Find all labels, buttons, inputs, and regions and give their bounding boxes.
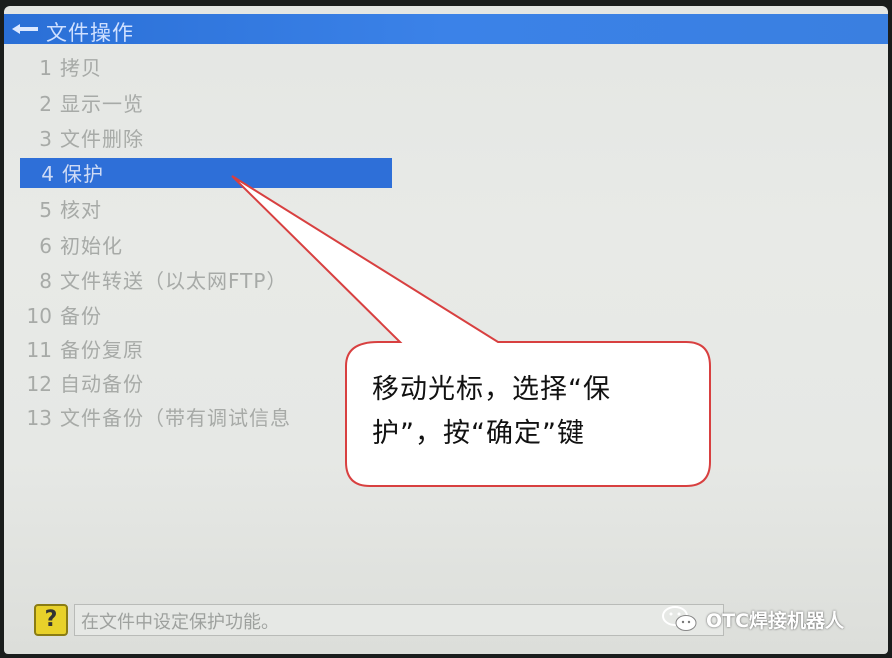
callout-line-2: 护”，按“确定”键 [372, 418, 585, 449]
watermark-text: OTC焊接机器人 [706, 610, 845, 632]
callout-bubble [231, 175, 711, 487]
callout-line-1: 移动光标，选择“保 [372, 374, 611, 405]
wechat-logo-icon [662, 606, 697, 631]
callout-text: 移动光标，选择“保 护”，按“确定”键 [372, 368, 672, 456]
